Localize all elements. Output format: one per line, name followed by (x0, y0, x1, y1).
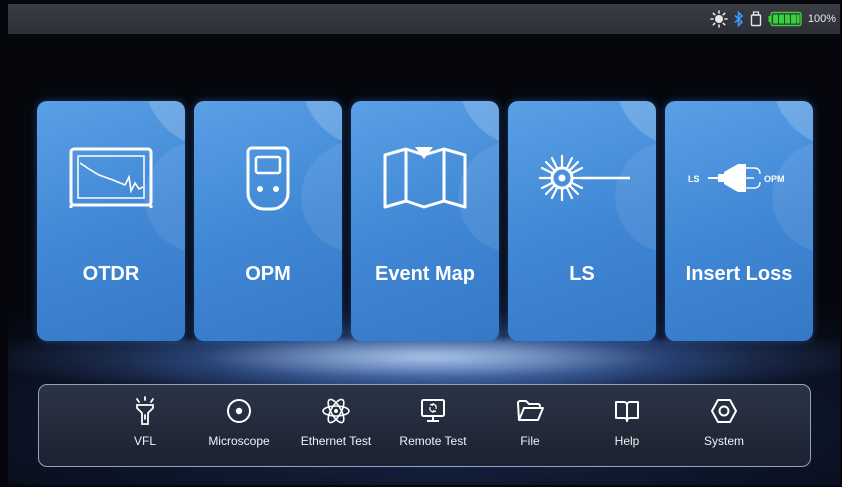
monitor-icon (420, 397, 446, 425)
laser-source-icon (508, 143, 656, 213)
battery-percentage: 100% (807, 13, 836, 25)
battery-icon (768, 11, 802, 27)
settings-hex-icon (710, 397, 738, 425)
bottom-dock: VFL Microscope Ethernet Test Remote Test… (38, 384, 811, 467)
bluetooth-icon[interactable] (734, 11, 744, 27)
otdr-screen-icon (37, 143, 185, 213)
dock-item-help[interactable]: Help (578, 385, 676, 468)
power-meter-icon (194, 143, 342, 213)
tile-label: LS (569, 263, 595, 285)
atom-icon (321, 397, 351, 425)
dock-label: Help (614, 434, 640, 448)
dock-item-file[interactable]: File (481, 385, 579, 468)
tile-otdr[interactable]: OTDR (37, 101, 185, 341)
insert-loss-right-text: OPM (764, 174, 785, 184)
tile-label: OPM (245, 263, 291, 285)
dock-label: Ethernet Test (300, 434, 372, 448)
tile-opm[interactable]: OPM (194, 101, 342, 341)
usb-storage-icon[interactable] (750, 11, 762, 27)
tile-label: OTDR (82, 263, 140, 285)
target-circle-icon (226, 397, 252, 425)
insert-loss-left-text: LS (688, 174, 700, 184)
dock-item-vfl[interactable]: VFL (96, 385, 194, 468)
dock-item-microscope[interactable]: Microscope (190, 385, 288, 468)
dock-label: File (520, 434, 540, 448)
status-bar: 100% (8, 4, 840, 34)
dock-item-ethernet-test[interactable]: Ethernet Test (287, 385, 385, 468)
tile-event-map[interactable]: Event Map (351, 101, 499, 341)
home-screen: 100% OTDR OPM Event Map LS LS OPM Insert… (8, 4, 840, 485)
tile-ls[interactable]: LS (508, 101, 656, 341)
tile-label: Insert Loss (685, 263, 793, 285)
dock-label: Remote Test (399, 434, 467, 448)
dock-label: Microscope (208, 434, 270, 448)
flashlight-icon (133, 396, 157, 425)
dock-label: VFL (133, 434, 156, 448)
tile-insert-loss[interactable]: LS OPM Insert Loss (665, 101, 813, 341)
insert-loss-icon: LS OPM (665, 143, 813, 213)
dock-item-remote-test[interactable]: Remote Test (384, 385, 482, 468)
book-icon (613, 397, 641, 425)
tile-label: Event Map (374, 263, 476, 285)
dock-label: System (703, 434, 744, 448)
dock-item-system[interactable]: System (675, 385, 773, 468)
map-marker-icon (351, 143, 499, 213)
folder-icon (516, 397, 544, 425)
sun-brightness-icon[interactable] (710, 10, 728, 28)
